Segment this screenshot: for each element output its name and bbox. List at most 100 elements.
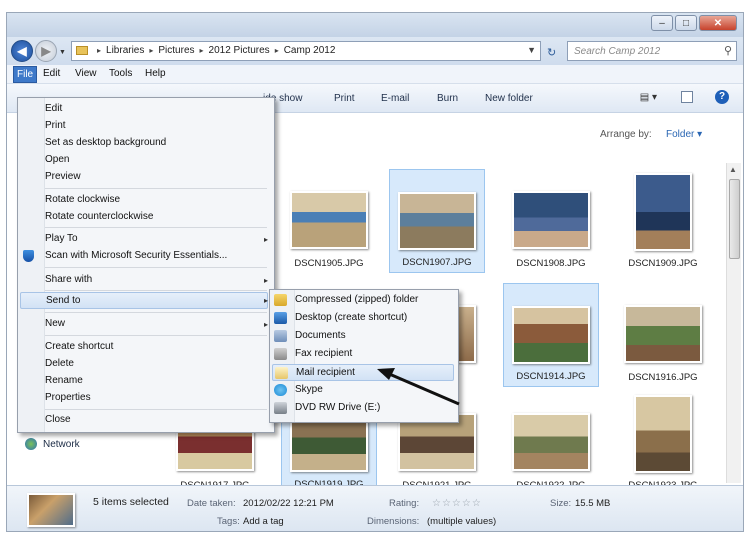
help-icon[interactable]: ? (715, 90, 729, 104)
send-to-compressed-folder[interactable]: Compressed (zipped) folder (295, 294, 418, 305)
tags-label: Tags: (217, 516, 240, 527)
forward-button[interactable]: ▶ (35, 40, 57, 62)
send-to-desktop[interactable]: Desktop (create shortcut) (295, 312, 407, 323)
search-icon[interactable]: ⚲ (724, 44, 732, 57)
breadcrumb-pictures[interactable]: Pictures (158, 45, 194, 56)
breadcrumb-camp-2012[interactable]: Camp 2012 (284, 45, 336, 56)
recent-pages-chevron-icon[interactable]: ▼ (59, 49, 66, 56)
menu-item-rename[interactable]: Rename (45, 375, 83, 386)
close-button[interactable]: ✕ (699, 15, 737, 31)
dimensions-value: (multiple values) (427, 516, 497, 527)
vertical-scrollbar[interactable]: ▲ (726, 163, 741, 483)
preview-pane-icon[interactable] (681, 91, 693, 103)
menu-item-open[interactable]: Open (45, 154, 69, 165)
dimensions-label: Dimensions: (367, 516, 420, 527)
menu-tools[interactable]: Tools (109, 68, 132, 79)
mail-icon (275, 367, 288, 379)
menu-item-rotate-counterclockwise[interactable]: Rotate counterclockwise (45, 211, 153, 222)
menu-separator (45, 227, 267, 228)
file-name: DSCN1914.JPG (516, 371, 586, 382)
menu-item-new[interactable]: New (45, 318, 65, 329)
photo-thumbnail (624, 305, 702, 363)
send-to-mail-recipient[interactable]: Mail recipient (272, 364, 454, 381)
title-bar[interactable]: – □ ✕ (7, 13, 743, 37)
menu-item-share-with[interactable]: Share with (45, 274, 92, 285)
details-pane: 5 items selected Date taken: 2012/02/22 … (7, 485, 743, 531)
arrange-by-dropdown[interactable]: Folder ▾ (666, 129, 702, 140)
address-bar[interactable]: ▸ Libraries ▸ Pictures ▸ 2012 Pictures ▸… (71, 41, 541, 61)
breadcrumb-separator-icon[interactable]: ▸ (149, 46, 153, 55)
photo-thumbnail (398, 192, 476, 250)
breadcrumb-separator-icon[interactable]: ▸ (97, 46, 101, 55)
menu-file[interactable]: File (13, 66, 38, 83)
address-dropdown-icon[interactable]: ▼ (527, 45, 536, 55)
refresh-icon[interactable]: ↻ (547, 46, 556, 59)
menu-item-scan[interactable]: Scan with Microsoft Security Essentials.… (45, 250, 227, 261)
network-icon (25, 438, 37, 450)
date-taken-label: Date taken: (187, 498, 236, 509)
menu-item-send-to[interactable]: Send to (20, 292, 268, 309)
file-tile[interactable]: DSCN1907.JPG (389, 169, 485, 273)
menu-separator (45, 290, 267, 291)
send-to-dvd-drive[interactable]: DVD RW Drive (E:) (295, 402, 380, 413)
nav-item-network[interactable]: Network (25, 438, 80, 450)
breadcrumb-2012-pictures[interactable]: 2012 Pictures (209, 45, 270, 56)
file-tile[interactable]: DSCN1908.JPG (503, 169, 599, 273)
rating-stars[interactable]: ☆☆☆☆☆ (432, 498, 482, 509)
breadcrumb-libraries[interactable]: Libraries (106, 45, 144, 56)
menu-item-send-to-label: Send to (46, 295, 81, 306)
menu-item-set-desktop-background[interactable]: Set as desktop background (45, 137, 166, 148)
new-folder-button[interactable]: New folder (485, 93, 533, 104)
email-button[interactable]: E-mail (381, 93, 409, 104)
selected-count: 5 items selected (93, 496, 169, 508)
file-tile[interactable]: DSCN1914.JPG (503, 283, 599, 387)
breadcrumb-separator-icon[interactable]: ▸ (200, 46, 204, 55)
file-tile[interactable]: DSCN1916.JPG (615, 283, 711, 387)
send-to-documents[interactable]: Documents (295, 330, 346, 341)
submenu-arrow-icon: ▸ (263, 235, 268, 244)
send-to-submenu: Compressed (zipped) folder Desktop (crea… (269, 289, 459, 423)
print-button[interactable]: Print (334, 93, 355, 104)
maximize-button[interactable]: □ (675, 15, 697, 31)
file-menu: Edit Print Set as desktop background Ope… (17, 97, 275, 433)
menu-bar: File Edit View Tools Help (7, 65, 743, 84)
file-tile[interactable]: DSCN1905.JPG (281, 169, 377, 273)
menu-edit[interactable]: Edit (43, 68, 60, 79)
photo-thumbnail (512, 413, 590, 471)
menu-item-print[interactable]: Print (45, 120, 66, 131)
menu-item-delete[interactable]: Delete (45, 358, 74, 369)
change-view-icon[interactable]: ▤ ▾ (640, 92, 657, 103)
menu-gutter (18, 98, 45, 432)
menu-item-play-to[interactable]: Play To (45, 233, 78, 244)
scroll-up-icon[interactable]: ▲ (729, 165, 737, 174)
nav-network-label: Network (43, 438, 80, 450)
menu-item-edit[interactable]: Edit (45, 103, 62, 114)
tags-value[interactable]: Add a tag (243, 516, 284, 527)
send-to-skype[interactable]: Skype (295, 384, 323, 395)
search-input[interactable]: Search Camp 2012 ⚲ (567, 41, 737, 61)
file-tile[interactable]: DSCN1909.JPG (615, 169, 711, 273)
menu-item-rotate-clockwise[interactable]: Rotate clockwise (45, 194, 120, 205)
send-to-fax-recipient[interactable]: Fax recipient (295, 348, 352, 359)
menu-item-create-shortcut[interactable]: Create shortcut (45, 341, 113, 352)
menu-item-preview[interactable]: Preview (45, 171, 81, 182)
submenu-arrow-icon: ▸ (263, 276, 268, 285)
menu-item-close[interactable]: Close (45, 414, 71, 425)
file-tile[interactable]: DSCN1923.JPG (615, 391, 711, 495)
file-tile[interactable]: DSCN1922.JPG (503, 391, 599, 495)
minimize-button[interactable]: – (651, 15, 673, 31)
folder-icon (76, 46, 88, 55)
explorer-window: – □ ✕ ◀ ▶ ▼ ▸ Libraries ▸ Pictures ▸ 201… (6, 12, 744, 532)
scrollbar-thumb[interactable] (729, 179, 740, 259)
arrange-by-value: Folder (666, 129, 695, 140)
menu-separator (45, 409, 267, 410)
burn-button[interactable]: Burn (437, 93, 458, 104)
menu-view[interactable]: View (75, 68, 97, 79)
menu-item-properties[interactable]: Properties (45, 392, 91, 403)
desktop-icon (274, 312, 287, 324)
menu-help[interactable]: Help (145, 68, 166, 79)
rating-label: Rating: (389, 498, 420, 509)
file-name: DSCN1907.JPG (402, 257, 472, 268)
breadcrumb-separator-icon[interactable]: ▸ (275, 46, 279, 55)
back-button[interactable]: ◀ (11, 40, 33, 62)
